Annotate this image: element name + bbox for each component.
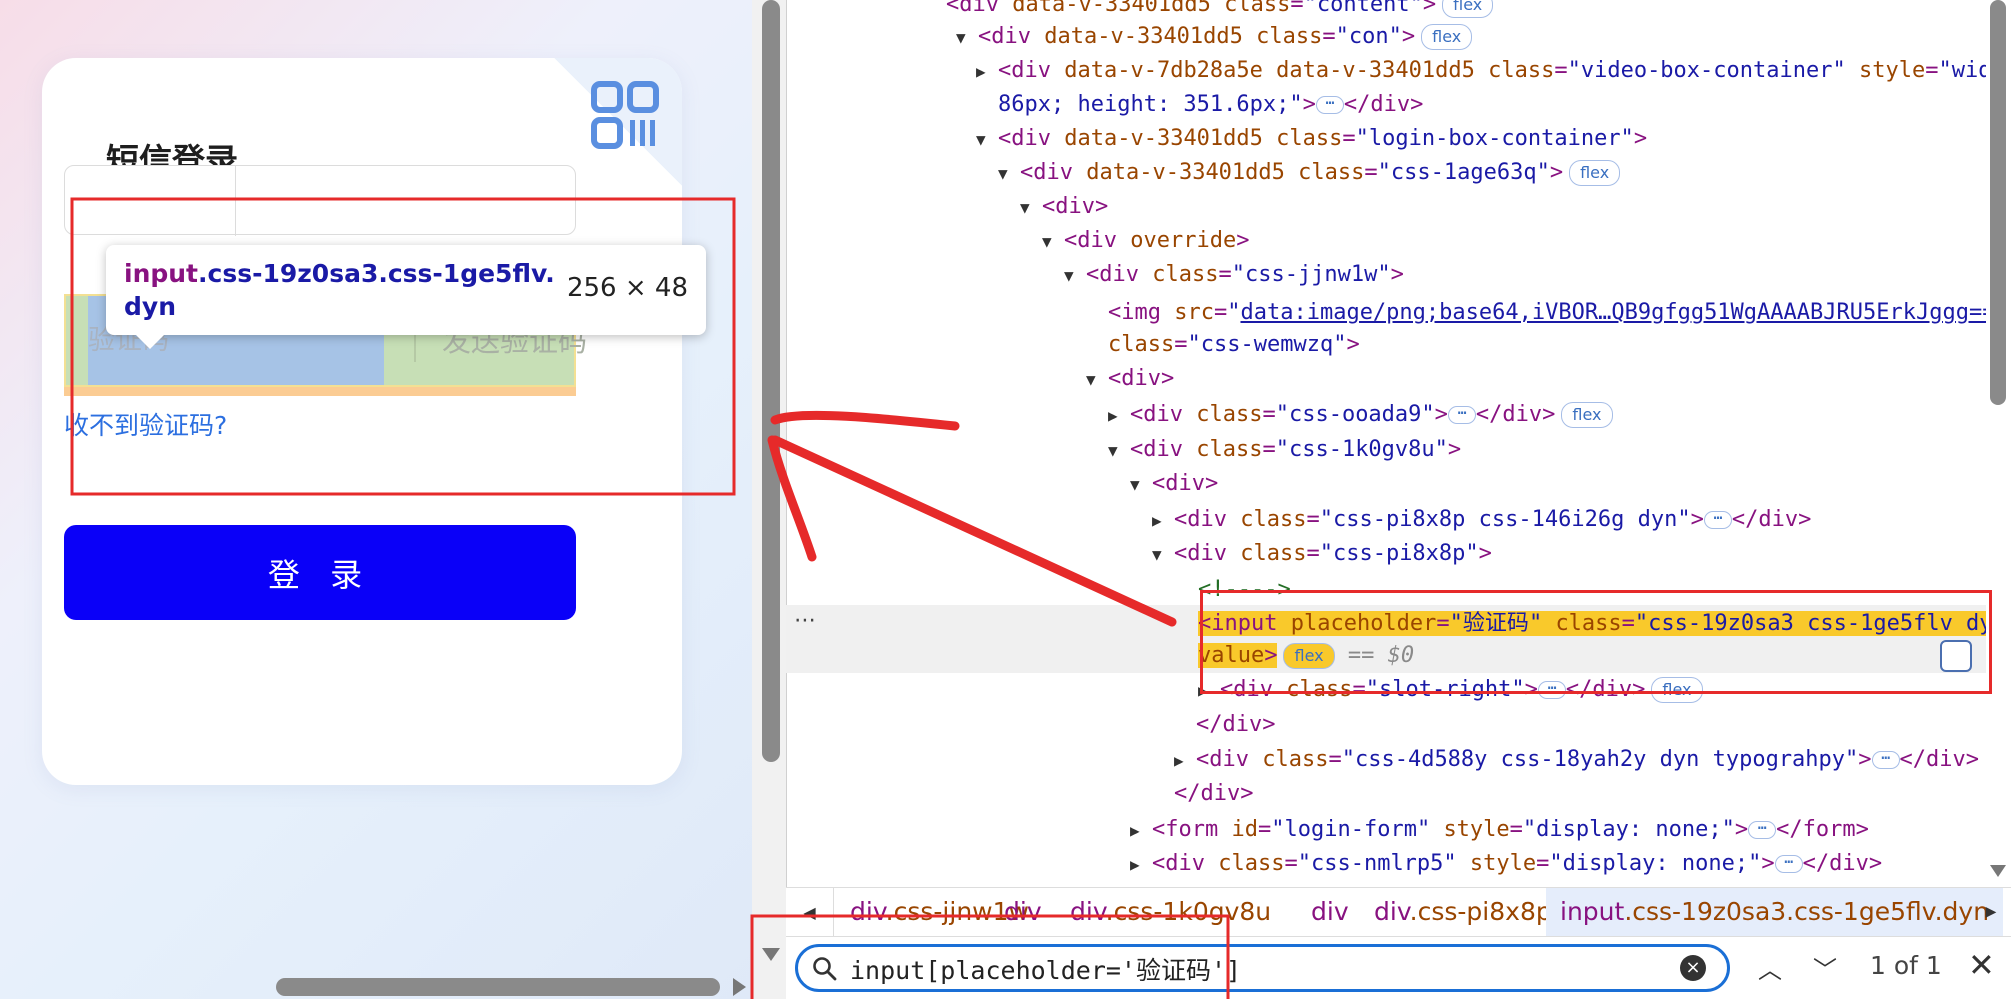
search-next-chevron-down-icon[interactable]: ﹀ — [1813, 950, 1837, 985]
expand-triangle-icon[interactable]: ▶ — [1130, 814, 1152, 848]
collapsed-ellipsis[interactable]: ⋯ — [1748, 821, 1777, 839]
inspect-tooltip: input.css-19z0sa3.css-1ge5flv.dyn 256 × … — [106, 245, 706, 349]
dom-node-div-close[interactable]: </div> — [1196, 708, 1275, 742]
code-row-padding-overlay — [64, 387, 576, 396]
collapsed-ellipsis[interactable]: ⋯ — [1447, 406, 1476, 424]
dom-node-con[interactable]: ▼ <div data-v-33401dd5 class="con"> flex — [956, 20, 1473, 55]
dom-node-video-box-cont[interactable]: 86px; height: 351.6px;"> ⋯ </div> — [998, 88, 1423, 122]
no-code-link[interactable]: 收不到验证码? — [64, 406, 227, 442]
breadcrumb-item-active[interactable]: input.css-19z0sa3.css-1ge5flv.dyn — [1546, 888, 2004, 936]
expand-triangle-icon[interactable]: ▶ — [1174, 744, 1196, 778]
typography-class: css-4d588y css-18yah2y dyn typograhpy — [1354, 747, 1846, 772]
dom-node-1age63q[interactable]: ▼ <div data-v-33401dd5 class="css-1age63q… — [998, 156, 1621, 191]
collapse-triangle-icon[interactable]: ▼ — [956, 21, 978, 55]
clear-search-icon[interactable]: × — [1680, 955, 1706, 981]
breadcrumb-item[interactable]: div — [1004, 888, 1042, 936]
nmlrp5-class: css-nmlrp5 — [1310, 851, 1444, 876]
img-src-link[interactable]: data:image/png;base64,iVBOR…QB9gfgg51WgA… — [1240, 300, 1986, 325]
flex-badge[interactable]: flex — [1421, 24, 1473, 50]
dom-node-div[interactable]: ▼ <div> — [1130, 467, 1218, 501]
web-page-viewport: 短信登录 发送验证码 收不到验证码? 登 录 input.css-19z0sa3… — [0, 0, 752, 999]
scroll-right-arrow-icon[interactable] — [733, 978, 746, 996]
form-style: display: none; — [1536, 817, 1722, 842]
dom-tree[interactable]: ⋯ <div data-v-33401dd5 class="content"> f… — [786, 0, 1986, 880]
collapse-triangle-icon[interactable]: ▼ — [1130, 468, 1152, 502]
scroll-down-arrow-icon[interactable] — [1990, 865, 2006, 877]
breadcrumb-item[interactable]: div.css-1k0gv8u — [1070, 888, 1271, 936]
collapse-triangle-icon[interactable]: ▼ — [1152, 538, 1174, 572]
collapse-triangle-icon[interactable]: ▼ — [1020, 191, 1042, 225]
country-code-divider — [235, 166, 236, 236]
dom-node-img-class[interactable]: class="css-wemwzq"> — [1108, 328, 1360, 362]
search-previous-chevron-up-icon[interactable]: ︿ — [1758, 950, 1782, 985]
breadcrumb-scroll-right-icon[interactable]: ▶ — [1971, 888, 2011, 936]
img-class-value: css-wemwzq — [1200, 332, 1334, 357]
collapse-triangle-icon[interactable]: ▼ — [1108, 434, 1130, 468]
expand-triangle-icon[interactable]: ▶ — [1108, 399, 1130, 433]
dom-node-img[interactable]: <img src="data:image/png;base64,iVBOR…QB… — [1108, 296, 1986, 330]
collapse-triangle-icon[interactable]: ▼ — [1042, 225, 1064, 259]
dom-node-login-form[interactable]: ▶ <form id="login-form" style="display: n… — [1130, 813, 1869, 847]
collapse-triangle-icon[interactable]: ▼ — [976, 123, 998, 157]
search-input[interactable] — [850, 950, 1670, 988]
flex-badge[interactable]: flex — [1442, 0, 1494, 18]
collapsed-ellipsis[interactable]: ⋯ — [1871, 751, 1900, 769]
collapsed-ellipsis[interactable]: ⋯ — [1703, 511, 1732, 529]
phone-input-row[interactable] — [64, 165, 576, 236]
dom-node-1k0gv8u[interactable]: ▼ <div class="css-1k0gv8u"> — [1108, 433, 1461, 467]
search-result-count: 1 of 1 — [1870, 951, 1942, 980]
expand-triangle-icon[interactable]: ▶ — [976, 55, 998, 89]
collapsed-ellipsis[interactable]: ⋯ — [1774, 855, 1803, 873]
dom-node-jjnw1w[interactable]: ▼ <div class="css-jjnw1w"> — [1064, 258, 1404, 292]
breadcrumb-scroll-left-icon[interactable]: ◀ — [786, 888, 834, 936]
expand-triangle-icon[interactable]: ▶ — [1152, 504, 1174, 538]
scroll-down-arrow-icon[interactable] — [762, 948, 780, 961]
dom-node-div[interactable]: ▼ <div> — [1086, 362, 1174, 396]
attr-name: data-v-33401dd5 — [1012, 0, 1211, 17]
flex-badge[interactable]: flex — [1569, 160, 1621, 186]
page-vertical-scroll-thumb[interactable] — [762, 0, 780, 762]
dom-tree-scroll-thumb[interactable] — [1990, 0, 2006, 405]
breadcrumb-item[interactable]: div.css-jjnw1w — [850, 888, 1029, 936]
collapsed-ellipsis[interactable]: ⋯ — [1315, 96, 1344, 114]
dom-node-pi8x8p-146i26g[interactable]: ▶ <div class="css-pi8x8p css-146i26g dyn"… — [1152, 503, 1811, 537]
collapse-triangle-icon[interactable]: ▼ — [998, 157, 1020, 191]
node-actions-ellipsis[interactable]: ⋯ — [794, 608, 816, 633]
dom-node-override[interactable]: ▼ <div override> — [1042, 224, 1249, 258]
collapse-triangle-icon[interactable]: ▼ — [1064, 259, 1086, 293]
dom-node-ooada9[interactable]: ▶ <div class="css-ooada9"> ⋯ </div> flex — [1108, 398, 1613, 432]
collapse-triangle-icon[interactable]: ▼ — [1086, 363, 1108, 397]
dom-node-login-box[interactable]: ▼ <div data-v-33401dd5 class="login-box-c… — [976, 122, 1647, 156]
form-id: login-form — [1284, 817, 1417, 842]
breadcrumb-item[interactable]: div — [1311, 888, 1349, 936]
qr-code-icon[interactable] — [590, 80, 660, 150]
expand-triangle-icon[interactable]: ▶ — [1130, 848, 1152, 880]
breadcrumb-bar: ◀ div.css-jjnw1w div div.css-1k0gv8u div… — [786, 887, 2011, 937]
close-search-icon[interactable]: ✕ — [1968, 946, 1995, 984]
flex-badge[interactable]: flex — [1561, 402, 1613, 428]
dom-node-div-close[interactable]: </div> — [1174, 777, 1253, 811]
attr-value: content — [1316, 0, 1410, 17]
tooltip-tag: input — [124, 259, 199, 288]
dom-node-typography[interactable]: ▶ <div class="css-4d588y css-18yah2y dyn … — [1174, 743, 1979, 777]
breadcrumb-item[interactable]: div.css-pi8x8p — [1374, 888, 1552, 936]
dom-node-nmlrp5[interactable]: ▶ <div class="css-nmlrp5" style="display:… — [1130, 847, 1882, 880]
dom-node-div[interactable]: ▼ <div> — [1020, 190, 1108, 224]
login-button[interactable]: 登 录 — [64, 525, 576, 620]
dom-node-video-box[interactable]: ▶ <div data-v-7db28a5e data-v-33401dd5 cl… — [976, 54, 1986, 88]
tooltip-selector: input.css-19z0sa3.css-1ge5flv.dyn — [124, 257, 564, 323]
page-horizontal-scroll-thumb[interactable] — [276, 978, 720, 996]
dom-node-pi8x8p[interactable]: ▼ <div class="css-pi8x8p"> — [1152, 537, 1492, 571]
nmlrp5-style: display: none; — [1562, 851, 1749, 876]
qr-login-corner[interactable] — [554, 58, 682, 186]
tooltip-size: 256 × 48 — [566, 273, 688, 303]
search-icon — [813, 957, 837, 981]
dom-node-content[interactable]: <div data-v-33401dd5 class="content"> fle… — [946, 0, 1494, 22]
annotation-box-selected-node — [1200, 590, 1992, 694]
